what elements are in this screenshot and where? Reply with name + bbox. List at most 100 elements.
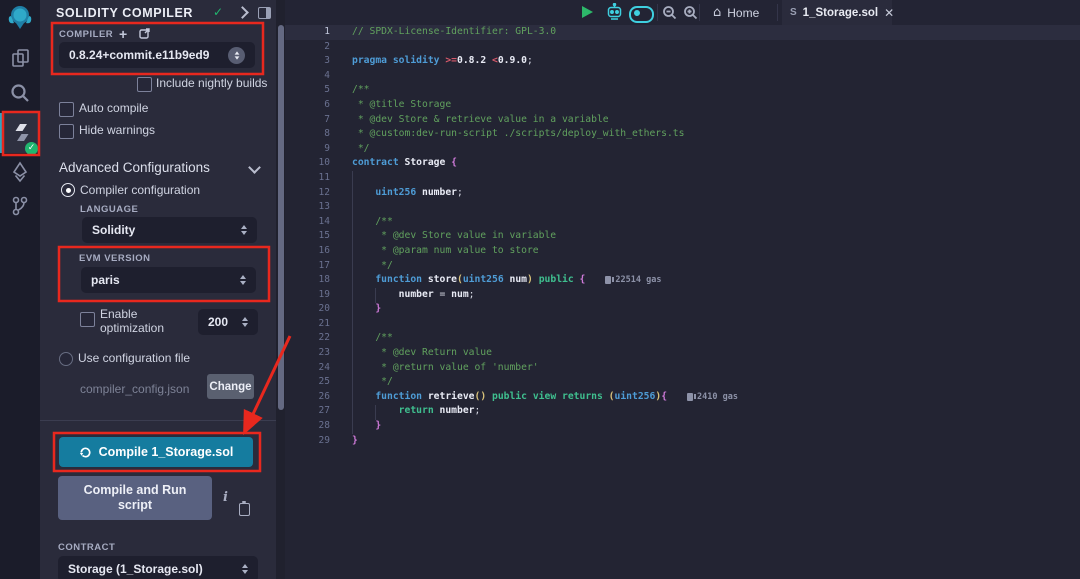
code-line[interactable]: pragma solidity >=0.8.2 <0.9.0; — [352, 54, 1080, 69]
compile-button[interactable]: Compile 1_Storage.sol — [59, 437, 253, 467]
use-config-file-radio[interactable] — [59, 352, 73, 366]
zoom-out-icon[interactable] — [661, 4, 678, 26]
line-number[interactable]: 15 — [285, 229, 330, 244]
optimization-runs-input[interactable]: 200 — [198, 309, 258, 335]
compile-and-run-button[interactable]: Compile and Run script — [58, 476, 212, 520]
line-number[interactable]: 14 — [285, 215, 330, 230]
line-number[interactable]: 25 — [285, 375, 330, 390]
advanced-config-title[interactable]: Advanced Configurations — [59, 160, 210, 175]
code-line[interactable]: */ — [352, 142, 1080, 157]
compiler-version-select[interactable]: 0.8.24+commit.e11b9ed9 — [59, 42, 255, 68]
info-icon[interactable]: i — [223, 490, 228, 505]
code-line[interactable]: * @dev Return value — [352, 346, 1080, 361]
code-line[interactable]: /** — [352, 331, 1080, 346]
line-number[interactable]: 4 — [285, 69, 330, 84]
contract-select[interactable]: Storage (1_Storage.sol) — [58, 556, 258, 579]
add-custom-compiler-icon[interactable]: + — [119, 28, 127, 40]
code-line[interactable]: return number; — [352, 404, 1080, 419]
code-line[interactable]: contract Storage { — [352, 156, 1080, 171]
sidebar-item-git[interactable] — [0, 192, 40, 220]
sidebar-item-file-explorer[interactable] — [0, 44, 40, 72]
code-line[interactable]: /** — [352, 83, 1080, 98]
line-number[interactable]: 18 — [285, 273, 330, 288]
copy-icon[interactable] — [239, 503, 250, 516]
line-number[interactable]: 16 — [285, 244, 330, 259]
code-line[interactable]: } — [352, 302, 1080, 317]
panel-pin-icon[interactable] — [258, 7, 271, 19]
line-number[interactable]: 21 — [285, 317, 330, 332]
remix-logo-icon — [7, 4, 33, 30]
remix-logo[interactable] — [0, 2, 40, 32]
change-config-button[interactable]: Change — [207, 374, 254, 399]
zoom-in-icon[interactable] — [682, 4, 699, 26]
line-number[interactable]: 5 — [285, 83, 330, 98]
sidebar-item-search[interactable] — [0, 78, 40, 108]
sidebar-item-solidity-compiler[interactable]: ✓ — [0, 113, 40, 153]
code-line[interactable] — [352, 200, 1080, 215]
code-line[interactable]: * @param num value to store — [352, 244, 1080, 259]
code-line[interactable]: // SPDX-License-Identifier: GPL-3.0 — [352, 25, 1080, 40]
line-number[interactable]: 3 — [285, 54, 330, 69]
line-number[interactable]: 7 — [285, 113, 330, 128]
code-line[interactable]: */ — [352, 259, 1080, 274]
code-line[interactable]: * @custom:dev-run-script ./scripts/deplo… — [352, 127, 1080, 142]
hide-warnings-checkbox[interactable] — [59, 124, 74, 139]
code-line[interactable] — [352, 317, 1080, 332]
language-select[interactable]: Solidity — [82, 217, 257, 243]
gas-estimate-badge: 22514 gas — [605, 273, 661, 285]
line-number[interactable]: 9 — [285, 142, 330, 157]
code-line[interactable] — [352, 40, 1080, 55]
code-line[interactable] — [352, 171, 1080, 186]
line-number[interactable]: 11 — [285, 171, 330, 186]
line-number[interactable]: 13 — [285, 200, 330, 215]
code-line[interactable] — [352, 69, 1080, 84]
line-number[interactable]: 26 — [285, 390, 330, 405]
code-line[interactable]: uint256 number; — [352, 186, 1080, 201]
line-number[interactable]: 12 — [285, 186, 330, 201]
line-number[interactable]: 19 — [285, 288, 330, 303]
run-script-button[interactable] — [582, 6, 593, 18]
line-number[interactable]: 10 — [285, 156, 330, 171]
line-number[interactable]: 29 — [285, 434, 330, 449]
tab-1-storage-sol[interactable]: S 1_Storage.sol ✕ — [782, 0, 892, 25]
code-line[interactable]: * @title Storage — [352, 98, 1080, 113]
tab-home[interactable]: ⌂ Home — [701, 0, 771, 25]
gutter[interactable]: 1234567891011121314151617181920212223242… — [285, 25, 330, 448]
close-tab-icon[interactable]: ✕ — [884, 6, 894, 20]
code-line[interactable]: } — [352, 434, 1080, 449]
line-number[interactable]: 22 — [285, 331, 330, 346]
code-line[interactable]: */ — [352, 375, 1080, 390]
code-line[interactable]: function retrieve() public view returns … — [352, 390, 1080, 405]
code-lines[interactable]: // SPDX-License-Identifier: GPL-3.0 pragm… — [352, 25, 1080, 448]
code-line[interactable]: * @dev Store & retrieve value in a varia… — [352, 113, 1080, 128]
line-number[interactable]: 27 — [285, 404, 330, 419]
code-editor[interactable]: 1234567891011121314151617181920212223242… — [285, 25, 1080, 579]
compiler-configuration-radio[interactable] — [61, 183, 75, 197]
select-caret-icon — [242, 564, 248, 574]
line-number[interactable]: 23 — [285, 346, 330, 361]
ai-assistant-icon[interactable] — [605, 3, 624, 27]
code-line[interactable]: /** — [352, 215, 1080, 230]
code-line[interactable]: function store(uint256 num) public {2251… — [352, 273, 1080, 288]
ai-toggle-on[interactable] — [629, 6, 654, 23]
panel-scrollbar-thumb[interactable] — [278, 25, 284, 410]
line-number[interactable]: 8 — [285, 127, 330, 142]
auto-compile-checkbox[interactable] — [59, 102, 74, 117]
code-line[interactable]: * @return value of 'number' — [352, 361, 1080, 376]
line-number[interactable]: 6 — [285, 98, 330, 113]
chevron-down-icon[interactable] — [248, 161, 261, 174]
chevron-right-icon[interactable] — [236, 6, 249, 19]
line-number[interactable]: 24 — [285, 361, 330, 376]
sidebar-item-deploy-and-run[interactable] — [0, 158, 40, 186]
line-number[interactable]: 20 — [285, 302, 330, 317]
line-number[interactable]: 28 — [285, 419, 330, 434]
include-nightly-checkbox[interactable] — [137, 77, 152, 92]
line-number[interactable]: 1 — [285, 25, 330, 40]
code-line[interactable]: } — [352, 419, 1080, 434]
evm-version-select[interactable]: paris — [81, 267, 256, 293]
code-line[interactable]: * @dev Store value in variable — [352, 229, 1080, 244]
code-line[interactable]: number = num; — [352, 288, 1080, 303]
enable-optimization-checkbox[interactable] — [80, 312, 95, 327]
line-number[interactable]: 2 — [285, 40, 330, 55]
line-number[interactable]: 17 — [285, 259, 330, 274]
